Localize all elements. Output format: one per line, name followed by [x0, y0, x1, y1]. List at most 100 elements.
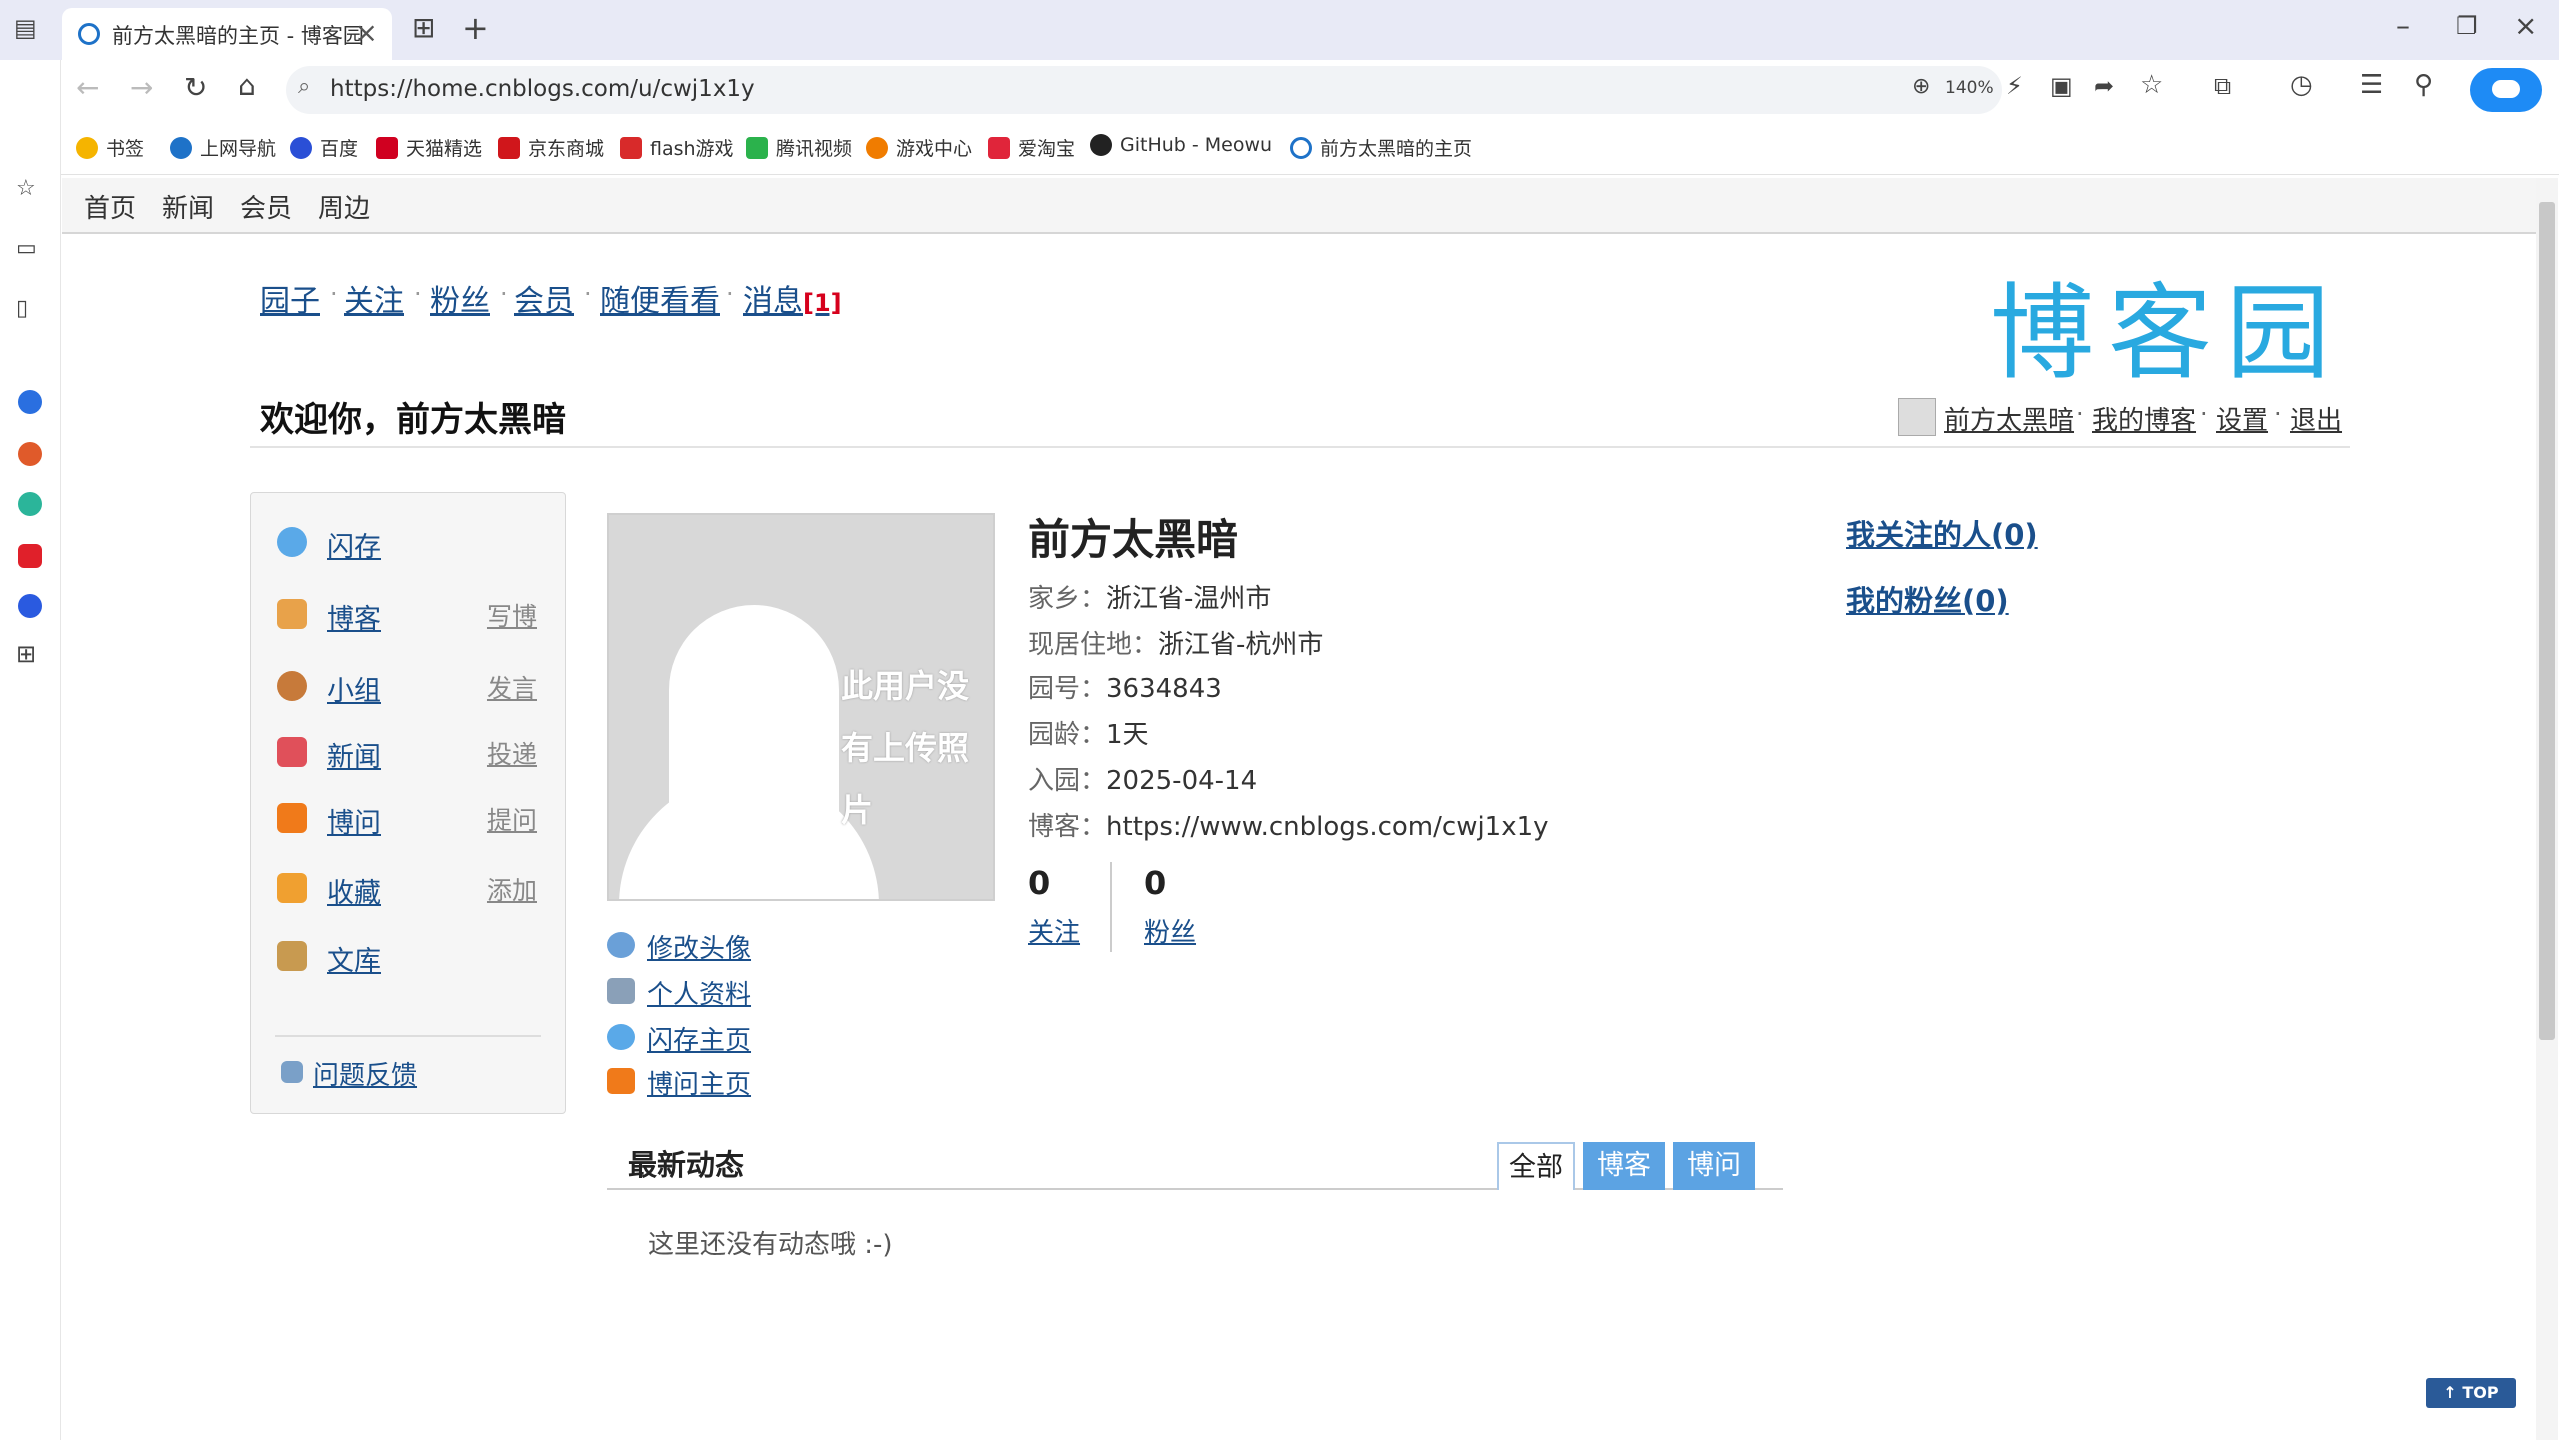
reload-icon[interactable]: ↻ [184, 74, 207, 102]
tab-blog[interactable]: 博客 [1583, 1142, 1665, 1190]
change-avatar-link[interactable]: 修改头像 [647, 928, 751, 965]
menu-label[interactable]: 博客 [327, 597, 381, 636]
feedback-item[interactable]: 问题反馈 [281, 1053, 541, 1093]
bookmark-item[interactable]: 腾讯视频 [746, 134, 852, 161]
back-icon[interactable]: ← [76, 74, 99, 102]
tab-title: 前方太黑暗的主页 - 博客园 [112, 24, 364, 48]
menu-item-ing[interactable]: 闪存 [277, 523, 537, 563]
minimize-icon[interactable]: – [2396, 12, 2410, 40]
submit-news-link[interactable]: 投递 [487, 735, 537, 771]
sitenav-news[interactable]: 新闻 [162, 188, 214, 225]
nav-separator: · [330, 280, 338, 308]
sitenav-members[interactable]: 会员 [240, 188, 292, 225]
lightning-icon[interactable]: ⚡ [2006, 74, 2023, 98]
menu-label[interactable]: 文库 [327, 939, 381, 978]
url-text: https://home.cnblogs.com/u/cwj1x1y [330, 76, 755, 102]
tab-grid-icon[interactable]: ⊞ [412, 14, 435, 42]
bookmark-item[interactable]: 前方太黑暗的主页 [1290, 134, 1472, 161]
news-app-icon[interactable] [18, 544, 42, 568]
search-app-icon[interactable] [18, 390, 42, 414]
new-tab-icon[interactable]: + [462, 12, 489, 44]
zoom-icon[interactable]: ⊕ [1912, 76, 1930, 98]
avatar[interactable] [1898, 398, 1936, 436]
browser-tab-active[interactable]: 前方太黑暗的主页 - 博客园 × [62, 8, 392, 60]
forward-icon[interactable]: → [130, 74, 153, 102]
bookmark-item[interactable]: 天猫精选 [376, 134, 482, 161]
clock-app-icon[interactable] [18, 594, 42, 618]
address-bar[interactable]: ⌕ https://home.cnblogs.com/u/cwj1x1y [286, 66, 2002, 114]
menu-item-library[interactable]: 文库 [277, 937, 537, 977]
topnav-followers[interactable]: 粉丝 [430, 276, 490, 320]
bookmark-item[interactable]: flash游戏 [620, 134, 734, 161]
star-bookmark-icon[interactable]: ☆ [2140, 72, 2163, 98]
menu-icon[interactable]: ☰ [2360, 72, 2383, 98]
bookmark-item[interactable]: 百度 [290, 134, 358, 161]
followers-link[interactable]: 粉丝 [1144, 912, 1196, 949]
profile-icon[interactable]: ⚲ [2414, 72, 2433, 98]
menu-item-favorites[interactable]: 收藏 添加 [277, 869, 537, 909]
topnav-garden[interactable]: 园子 [260, 276, 320, 320]
restore-window-icon[interactable]: ❐ [2456, 14, 2478, 38]
add-favorite-link[interactable]: 添加 [487, 871, 537, 907]
question-home-link[interactable]: 博问主页 [647, 1064, 751, 1101]
my-following-link[interactable]: 我关注的人(0) [1846, 512, 2038, 554]
add-app-icon[interactable]: ⊞ [16, 642, 36, 666]
menu-label[interactable]: 收藏 [327, 871, 381, 910]
clipboard-icon[interactable]: ▯ [16, 298, 28, 320]
my-followers-link[interactable]: 我的粉丝(0) [1846, 578, 2009, 620]
bookmark-item[interactable]: GitHub - Meowu [1090, 134, 1272, 156]
my-blog-link[interactable]: 我的博客 [2092, 400, 2196, 437]
logout-link[interactable]: 退出 [2290, 400, 2342, 437]
menu-label[interactable]: 博问 [327, 801, 381, 840]
bookmark-item[interactable]: 书签 [76, 134, 144, 161]
extensions-icon[interactable]: ⧉ [2214, 74, 2231, 98]
tab-all[interactable]: 全部 [1497, 1142, 1575, 1190]
edge-app-icon[interactable] [18, 492, 42, 516]
settings-link[interactable]: 设置 [2216, 400, 2268, 437]
link-separator: · [2274, 400, 2282, 428]
profile-info-link[interactable]: 个人资料 [647, 974, 751, 1011]
bookmark-item[interactable]: 京东商城 [498, 134, 604, 161]
menu-label[interactable]: 小组 [327, 669, 381, 708]
zoom-level[interactable]: 140% [1945, 78, 1994, 98]
assistant-icon[interactable]: ▣ [2050, 74, 2073, 98]
ask-question-link[interactable]: 提问 [487, 801, 537, 837]
menu-item-blog[interactable]: 博客 写博 [277, 595, 537, 635]
topnav-members[interactable]: 会员 [514, 276, 574, 320]
close-tab-icon[interactable]: × [355, 16, 378, 49]
post-group-link[interactable]: 发言 [487, 669, 537, 705]
close-window-icon[interactable]: × [2514, 12, 2537, 40]
feedback-link[interactable]: 问题反馈 [313, 1055, 417, 1092]
menu-label[interactable]: 闪存 [327, 525, 381, 564]
cloud-sync-button[interactable] [2470, 68, 2542, 112]
menu-item-news[interactable]: 新闻 投递 [277, 733, 537, 773]
bookmark-item[interactable]: 爱淘宝 [988, 134, 1075, 161]
topnav-random[interactable]: 随便看看 [600, 276, 720, 320]
topnav-messages[interactable]: 消息[1] [743, 276, 842, 320]
blog-url-link[interactable]: https://www.cnblogs.com/cwj1x1y [1106, 812, 1549, 842]
bookmark-item[interactable]: 游戏中心 [866, 134, 972, 161]
home-icon[interactable]: ⌂ [238, 72, 256, 100]
page-scrollbar[interactable] [2536, 178, 2558, 1440]
tab-question[interactable]: 博问 [1673, 1142, 1755, 1190]
sitenav-merch[interactable]: 周边 [318, 188, 370, 225]
folder-icon[interactable]: ▭ [16, 238, 37, 260]
favorites-star-icon[interactable]: ☆ [16, 178, 36, 200]
following-link[interactable]: 关注 [1028, 912, 1080, 949]
sidebar-toggle-icon[interactable]: ▤ [14, 16, 37, 40]
bookmark-item[interactable]: 上网导航 [170, 134, 276, 161]
topnav-following[interactable]: 关注 [344, 276, 404, 320]
history-icon[interactable]: ◷ [2290, 72, 2313, 98]
menu-item-group[interactable]: 小组 发言 [277, 667, 537, 707]
scrollbar-thumb[interactable] [2539, 202, 2555, 1040]
back-to-top-button[interactable]: ↑ TOP [2426, 1378, 2516, 1408]
cnblogs-logo[interactable]: 博客园 [1990, 248, 2344, 399]
menu-item-question[interactable]: 博问 提问 [277, 799, 537, 839]
share-icon[interactable]: ➦ [2094, 74, 2114, 98]
username-link[interactable]: 前方太黑暗 [1944, 400, 2074, 437]
sitenav-home[interactable]: 首页 [84, 188, 136, 225]
write-blog-link[interactable]: 写博 [487, 597, 537, 633]
ing-home-link[interactable]: 闪存主页 [647, 1020, 751, 1057]
menu-label[interactable]: 新闻 [327, 735, 381, 774]
app-icon[interactable] [18, 442, 42, 466]
